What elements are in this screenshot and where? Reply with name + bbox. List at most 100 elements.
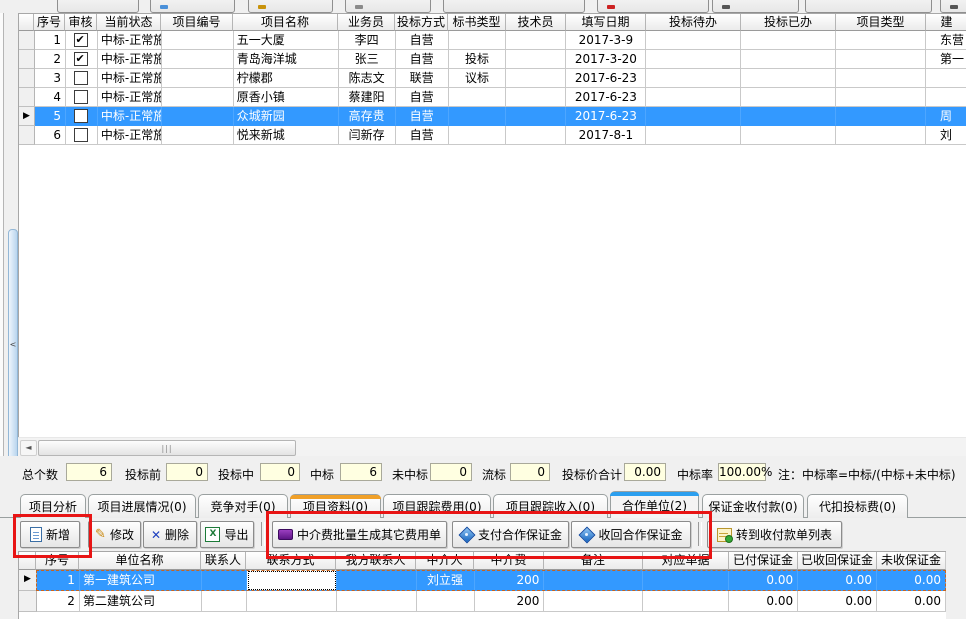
add-button[interactable]: 新增: [20, 521, 80, 548]
summary-label: 中标: [310, 466, 334, 483]
scrollbar-thumb[interactable]: |||: [38, 440, 296, 456]
cell-audit: [66, 31, 98, 50]
toolbar-button-clipped[interactable]: [805, 0, 932, 13]
delete-button[interactable]: ✕删除: [143, 521, 197, 548]
row-selector[interactable]: [19, 126, 35, 145]
col-header[interactable]: 单位名称: [79, 552, 201, 570]
col-header[interactable]: 序号: [36, 552, 79, 570]
col-header[interactable]: 项目编号: [161, 14, 233, 31]
row-selector[interactable]: [19, 88, 35, 107]
cell-sales: 张三: [339, 50, 396, 69]
col-header[interactable]: 中介人: [416, 552, 474, 570]
cell-audit: [66, 50, 98, 69]
tab-project-analysis[interactable]: 项目分析: [20, 494, 86, 518]
col-header[interactable]: 投标待办: [646, 14, 741, 31]
toolbar-button-clipped[interactable]: [712, 0, 799, 13]
cell-todo: [646, 50, 741, 69]
table-row[interactable]: 3 中标-正常施 柠檬郡 陈志文 联营 议标 2017-6-23: [19, 69, 966, 88]
col-header[interactable]: 已收回保证金: [798, 552, 877, 570]
go-payment-list-button[interactable]: 转到收付款单列表: [707, 521, 842, 548]
col-header[interactable]: 投标已办: [741, 14, 836, 31]
col-header[interactable]: 联系方式: [246, 552, 336, 570]
tab-competitors[interactable]: 竞争对手(0): [198, 494, 288, 518]
export-button[interactable]: X导出: [200, 521, 254, 548]
cell-contact: [202, 570, 247, 591]
tab-label: 项目跟踪费用(0): [393, 498, 482, 515]
col-header[interactable]: 序号: [34, 14, 65, 31]
col-header[interactable]: 备注: [544, 552, 643, 570]
row-selector[interactable]: [19, 31, 35, 50]
toolbar-button-clipped[interactable]: [940, 0, 966, 13]
col-header[interactable]: 技术员: [506, 14, 566, 31]
pay-deposit-button[interactable]: 支付合作保证金: [452, 521, 569, 548]
cell-recovered-deposit: 0.00: [798, 591, 877, 612]
row-selector-current[interactable]: ▶: [19, 107, 35, 126]
cell-method: 自营: [396, 107, 449, 126]
toolbar-button-clipped[interactable]: [150, 0, 235, 13]
col-header[interactable]: 对应单据: [643, 552, 729, 570]
table-row-selected[interactable]: ▶ 5 中标-正常施 众城新园 高存贵 自营 2017-6-23 周: [19, 107, 966, 126]
scroll-left-arrow-icon[interactable]: ◄: [20, 440, 37, 456]
col-header[interactable]: 业务员: [338, 14, 395, 31]
cell-contact-way-focused[interactable]: [247, 570, 337, 591]
recover-deposit-button[interactable]: 收回合作保证金: [571, 521, 691, 548]
toolbar-button-clipped[interactable]: [57, 0, 139, 13]
col-header[interactable]: 当前状态: [97, 14, 161, 31]
summary-value-field: 6: [66, 463, 112, 481]
cell-tech: [506, 107, 566, 126]
edit-button[interactable]: ✎修改: [88, 521, 141, 548]
cell-tech: [506, 126, 566, 145]
cell-tech: [506, 31, 566, 50]
row-selector-current[interactable]: ▶: [19, 570, 37, 591]
tab-tracking-income[interactable]: 项目跟踪收入(0): [493, 494, 608, 518]
row-selector[interactable]: [19, 69, 35, 88]
tab-project-progress[interactable]: 项目进展情况(0): [88, 494, 196, 518]
horizontal-scrollbar[interactable]: ◄ |||: [18, 437, 966, 458]
table-row[interactable]: 2 第二建筑公司 200 0.00 0.00 0.00: [19, 591, 946, 612]
col-header[interactable]: 我方联系人: [336, 552, 416, 570]
col-header[interactable]: 联系人: [201, 552, 246, 570]
tab-tracking-costs[interactable]: 项目跟踪费用(0): [383, 494, 491, 518]
toolbar-button-clipped[interactable]: [443, 0, 585, 13]
audit-checkbox[interactable]: [74, 52, 88, 66]
cell-method: 自营: [396, 50, 449, 69]
col-header[interactable]: 填写日期: [566, 14, 646, 31]
audit-checkbox[interactable]: [74, 33, 88, 47]
tab-partner-units-active[interactable]: 合作单位(2): [610, 491, 699, 518]
row-selector[interactable]: [19, 50, 35, 69]
table-row[interactable]: 1 中标-正常施 五一大厦 李四 自营 2017-3-9 东营: [19, 31, 966, 50]
cell-code: [162, 69, 234, 88]
col-header[interactable]: 项目类型: [836, 14, 926, 31]
tab-withheld-bid-fees[interactable]: 代扣投标费(0): [807, 494, 908, 518]
row-selector[interactable]: [19, 591, 37, 612]
col-header[interactable]: 标书类型: [448, 14, 506, 31]
col-header[interactable]: 中介费: [474, 552, 544, 570]
audit-checkbox[interactable]: [74, 128, 88, 142]
toolbar-button-clipped[interactable]: [248, 0, 333, 13]
audit-checkbox[interactable]: [74, 71, 88, 85]
table-row[interactable]: 4 中标-正常施 原香小镇 蔡建阳 自营 2017-6-23: [19, 88, 966, 107]
col-header[interactable]: 审核: [65, 14, 97, 31]
cell-org: [926, 69, 966, 88]
col-header[interactable]: 建: [926, 14, 966, 31]
tab-project-files[interactable]: 项目资料(0): [290, 494, 381, 518]
col-header[interactable]: 已付保证金: [729, 552, 798, 570]
col-header[interactable]: 项目名称: [233, 14, 338, 31]
toolbar-button-clipped[interactable]: [345, 0, 431, 13]
toolbar-button-clipped[interactable]: [597, 0, 709, 13]
batch-fee-button[interactable]: 中介费批量生成其它费用单: [272, 521, 447, 548]
table-row[interactable]: 6 中标-正常施 悦来新城 闫新存 自营 2017-8-1 刘: [19, 126, 966, 145]
col-header[interactable]: 未收保证金: [877, 552, 946, 570]
cell-ptype: [836, 69, 926, 88]
audit-checkbox[interactable]: [74, 90, 88, 104]
col-header[interactable]: 投标方式: [395, 14, 448, 31]
cell-audit: [66, 69, 98, 88]
panel-collapse-splitter[interactable]: <: [8, 229, 18, 460]
cell-code: [162, 126, 234, 145]
table-row-selected[interactable]: ▶ 1 第一建筑公司 刘立强 200 0.00 0.00 0.00: [19, 570, 946, 591]
audit-checkbox[interactable]: [74, 109, 88, 123]
cell-code: [162, 50, 234, 69]
tab-deposit-payments[interactable]: 保证金收付款(0): [702, 494, 804, 518]
summary-value-field: 0: [510, 463, 550, 481]
table-row[interactable]: 2 中标-正常施 青岛海洋城 张三 自营 投标 2017-3-20 第一: [19, 50, 966, 69]
